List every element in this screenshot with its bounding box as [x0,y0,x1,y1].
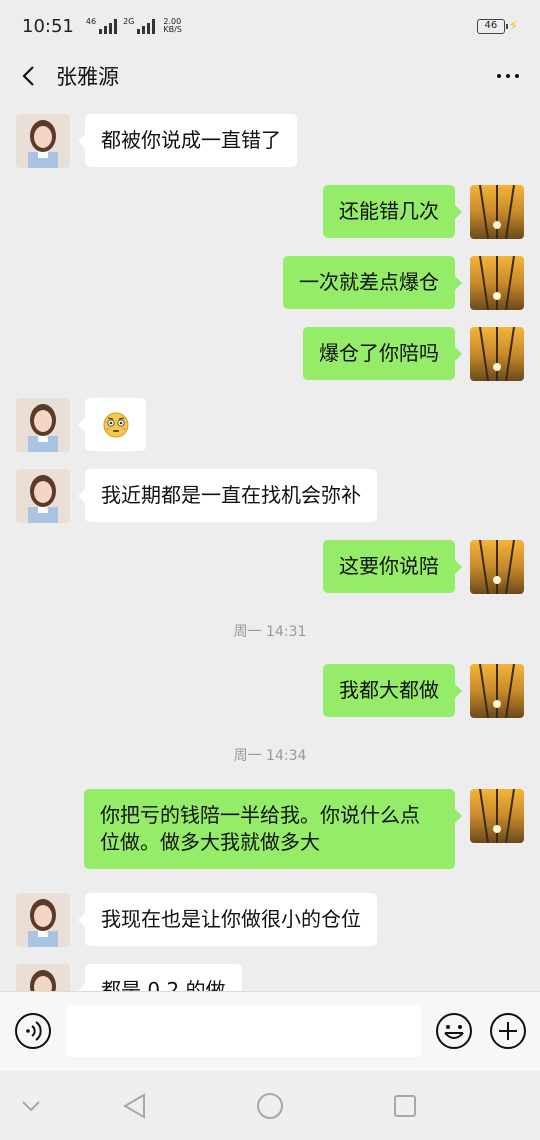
emoji-button[interactable] [435,1012,473,1050]
circle-home-icon [257,1093,283,1119]
signal-label-2: 2G [123,17,135,26]
plus-icon [490,1013,526,1049]
nav-recent-button[interactable] [390,1091,420,1121]
system-nav-bar [0,1071,540,1140]
nav-home-button[interactable] [255,1091,285,1121]
message-bubble-received[interactable]: 我近期都是一直在找机会弥补 [78,469,377,522]
message-bubble-received[interactable] [78,398,146,451]
signal-strength-icon: 46 [85,17,118,34]
my-avatar[interactable] [470,327,524,381]
nav-hide-button[interactable] [16,1091,46,1121]
voice-button[interactable] [14,1012,52,1050]
more-functions-button[interactable] [489,1012,527,1050]
message-bubble-sent[interactable]: 还能错几次 [323,185,462,238]
contact-avatar[interactable] [16,964,70,991]
chevron-left-icon [22,66,34,86]
signal-label: 46 [85,17,97,26]
message-bubble-received[interactable]: 都是 0.2 的做 [78,964,242,991]
message-bubble-sent[interactable]: 这要你说陪 [323,540,462,593]
message-timestamp: 周一 14:31 [233,624,307,640]
my-avatar[interactable] [470,540,524,594]
status-time: 10:51 [22,15,74,37]
message-timestamp: 周一 14:34 [233,748,307,764]
message-input[interactable] [66,1005,421,1057]
message-bubble-sent[interactable]: 爆仓了你陪吗 [303,327,462,380]
contact-avatar[interactable] [16,893,70,947]
my-avatar[interactable] [470,664,524,718]
contact-avatar[interactable] [16,114,70,168]
my-avatar[interactable] [470,789,524,843]
input-bar [0,991,540,1071]
back-button[interactable] [16,64,40,88]
contact-avatar[interactable] [16,398,70,452]
message-list[interactable]: 都被你说成一直错了 还能错几次 一次就差点爆仓 爆仓了你陪吗 我近期都是一直在找… [0,100,540,991]
net-speed-unit: KB/S [163,25,182,34]
voice-icon [15,1013,51,1049]
emoji-icon [436,1013,472,1049]
nav-back-button[interactable] [120,1091,150,1121]
message-bubble-sent[interactable]: 一次就差点爆仓 [283,256,462,309]
signal-strength-2-icon: 2G [123,17,156,34]
contact-avatar[interactable] [16,469,70,523]
battery-icon: 46 [476,18,508,34]
more-button[interactable] [492,64,524,88]
status-bar: 10:51 46 2G 2.00 KB/S 46 ⚡ [0,0,540,52]
square-recent-icon [394,1095,416,1117]
message-bubble-received[interactable]: 都被你说成一直错了 [78,114,297,167]
net-speed: 2.00 KB/S [163,18,182,34]
my-avatar[interactable] [470,256,524,310]
more-dots-icon [497,74,501,78]
my-avatar[interactable] [470,185,524,239]
message-bubble-received[interactable]: 我现在也是让你做很小的仓位 [78,893,377,946]
charging-icon: ⚡ [508,18,518,34]
triangle-back-icon [123,1093,145,1119]
chat-title: 张雅源 [56,65,119,89]
chevron-down-icon [22,1101,40,1112]
flushed-face-icon [103,412,129,438]
chat-header: 张雅源 [0,52,540,100]
message-bubble-sent[interactable]: 你把亏的钱陪一半给我。你说什么点位做。做多大我就做多大 [84,789,462,869]
message-bubble-sent[interactable]: 我都大都做 [323,664,462,717]
